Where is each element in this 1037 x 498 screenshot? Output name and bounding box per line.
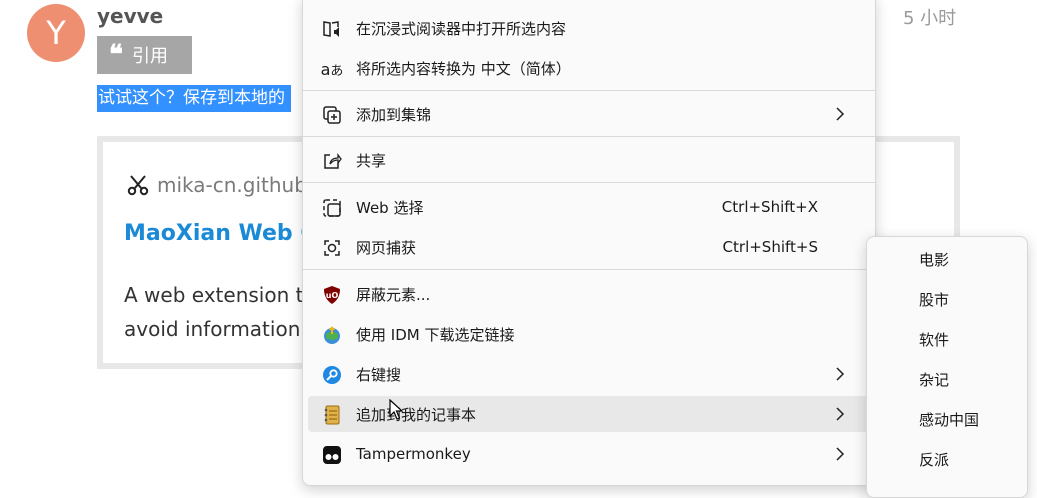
scissors-icon — [127, 175, 149, 196]
menu-item-add-to-collections[interactable]: 添加到集锦 — [308, 96, 868, 132]
menu-item-shortcut: Ctrl+Shift+X — [721, 198, 818, 216]
svg-text:uO: uO — [326, 291, 339, 300]
submenu-item[interactable]: 软件 — [872, 322, 1020, 358]
notebook-submenu: 电影 股市 软件 杂记 感动中国 反派 — [866, 236, 1028, 498]
comment-timestamp: 5 小时 — [903, 8, 957, 29]
username[interactable]: yevve — [97, 4, 163, 28]
card-desc-line: avoid information i — [124, 317, 313, 341]
notebook-icon — [321, 404, 343, 426]
quote-button-label: 引用 — [132, 46, 168, 67]
web-select-icon — [321, 197, 343, 219]
immersive-reader-icon — [321, 18, 343, 40]
menu-item-immersive-reader[interactable]: 在沉浸式阅读器中打开所选内容 — [308, 10, 868, 46]
menu-item-tampermonkey[interactable]: Tampermonkey — [308, 436, 868, 472]
menu-item-label: 网页捕获 — [356, 238, 417, 257]
quote-icon: ❝ — [109, 40, 123, 70]
submenu-item[interactable]: 股市 — [872, 282, 1020, 318]
menu-item-label: Tampermonkey — [356, 445, 471, 463]
selected-comment-text: 试试这个？保存到本地的 — [97, 85, 291, 112]
card-site: mika-cn.github. — [127, 173, 313, 197]
menu-item-idm-download[interactable]: 使用 IDM 下载选定链接 — [308, 316, 868, 352]
menu-item-translate[interactable]: aあ 将所选内容转换为 中文（简体） — [308, 50, 868, 86]
menu-item-label: 追加到我的记事本 — [356, 405, 477, 424]
menu-separator — [303, 136, 875, 137]
menu-item-label: 使用 IDM 下载选定链接 — [356, 325, 515, 344]
menu-item-share[interactable]: 共享 — [308, 142, 868, 178]
chevron-right-icon — [836, 107, 845, 121]
chevron-right-icon — [836, 407, 845, 421]
card-title-link[interactable]: MaoXian Web Cl — [124, 221, 324, 246]
mouse-cursor-icon — [389, 399, 403, 420]
menu-item-web-select[interactable]: Web 选择 Ctrl+Shift+X — [308, 189, 868, 225]
idm-icon — [321, 324, 343, 346]
search-key-icon — [321, 364, 343, 386]
menu-item-web-capture[interactable]: 网页捕获 Ctrl+Shift+S — [308, 229, 868, 265]
collections-icon — [321, 104, 343, 126]
menu-item-label: 共享 — [356, 151, 387, 170]
quote-button[interactable]: ❝ 引用 — [97, 36, 192, 74]
menu-item-label: 屏蔽元素... — [356, 285, 431, 304]
submenu-item[interactable]: 电影 — [872, 242, 1020, 278]
chevron-right-icon — [836, 367, 845, 381]
web-capture-icon — [321, 237, 343, 259]
menu-item-label: 在沉浸式阅读器中打开所选内容 — [356, 19, 567, 38]
menu-separator — [303, 182, 875, 183]
menu-item-block-element[interactable]: uO 屏蔽元素... — [308, 276, 868, 312]
tampermonkey-icon — [321, 444, 343, 466]
menu-item-label: Web 选择 — [356, 198, 424, 217]
translate-icon: aあ — [320, 59, 344, 79]
user-avatar[interactable]: Y — [27, 4, 85, 62]
submenu-item[interactable]: 杂记 — [872, 362, 1020, 398]
menu-item-label: 将所选内容转换为 中文（简体） — [356, 59, 571, 78]
menu-item-label: 右键搜 — [356, 365, 402, 384]
menu-item-label: 添加到集锦 — [356, 105, 432, 124]
menu-separator — [303, 269, 875, 270]
submenu-item[interactable]: 感动中国 — [872, 402, 1020, 438]
share-icon — [321, 150, 343, 172]
ublock-icon: uO — [321, 284, 343, 306]
card-desc-line: A web extension to — [124, 283, 316, 307]
card-site-url: mika-cn.github. — [157, 173, 314, 197]
menu-item-shortcut: Ctrl+Shift+S — [722, 238, 818, 256]
card-description: A web extension to avoid information i — [124, 278, 316, 346]
chevron-right-icon — [836, 447, 845, 461]
menu-item-search-key[interactable]: 右键搜 — [308, 356, 868, 392]
menu-separator — [303, 90, 875, 91]
